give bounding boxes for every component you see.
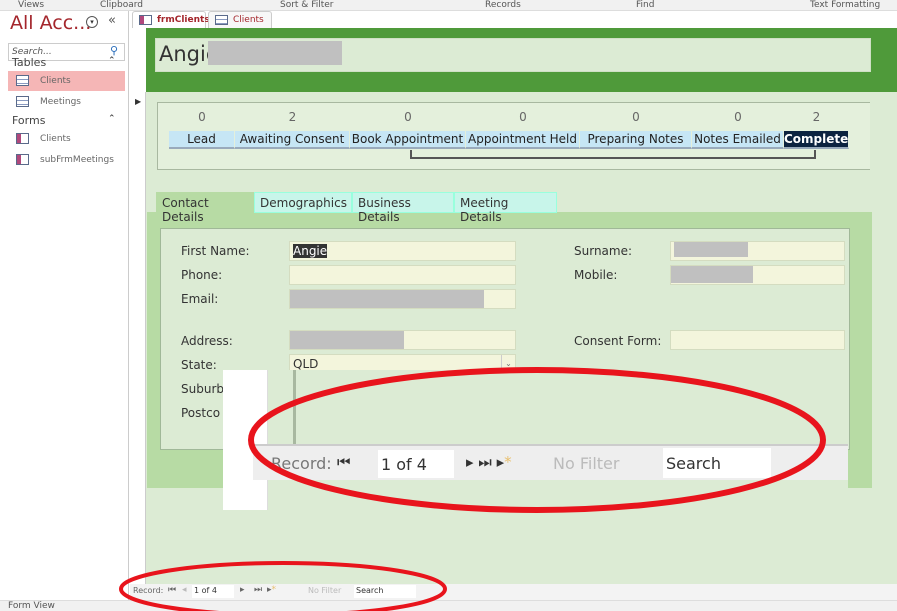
zoomed-record-navigation-inset: Record: ⏮ 1 of 4 ▸ ⏭ ▸* No Filter Search: [223, 370, 848, 510]
ribbon-group-views: Views: [18, 0, 45, 10]
ribbon-group-clipboard: Clipboard: [100, 0, 143, 10]
redacted-surname: [208, 41, 342, 65]
nav-section-forms[interactable]: Forms: [12, 114, 45, 127]
table-icon: [215, 15, 228, 25]
redacted-address: [290, 331, 404, 349]
nav-item-subfrmmeetings[interactable]: subFrmMeetings: [8, 150, 125, 170]
phone-label: Phone:: [181, 268, 223, 282]
consent-form-field[interactable]: [670, 330, 845, 350]
surname-label: Surname:: [574, 244, 633, 258]
zoomed-search: Search: [663, 448, 771, 478]
ribbon-group-sort-filter: Sort & Filter: [280, 0, 334, 10]
collapse-section-icon[interactable]: ⌃: [108, 56, 116, 66]
stage-button-notes-emailed[interactable]: Notes Emailed: [692, 131, 784, 149]
nav-item-label: Clients: [40, 134, 71, 144]
zoomed-first-record-icon: ⏮: [337, 453, 351, 471]
form-icon: [139, 15, 152, 25]
collapse-pane-icon[interactable]: «: [108, 13, 116, 28]
nav-item-meetings-table[interactable]: Meetings: [8, 92, 125, 112]
zoomed-record-bar: Record: ⏮ 1 of 4 ▸ ⏭ ▸* No Filter Search: [253, 444, 848, 480]
stage-count: 2: [288, 110, 297, 124]
ribbon-group-labels: Views Clipboard Sort & Filter Records Fi…: [0, 0, 897, 11]
nav-item-label: subFrmMeetings: [40, 155, 114, 165]
previous-record-button[interactable]: ◂: [182, 585, 187, 595]
table-icon: [16, 75, 29, 86]
ribbon-group-find: Find: [636, 0, 655, 10]
stage-button-preparing-notes[interactable]: Preparing Notes: [580, 131, 692, 149]
record-label: Record:: [133, 586, 164, 595]
collapse-section-icon[interactable]: ⌃: [108, 114, 116, 124]
first-name-value: Angie: [293, 244, 328, 258]
phone-field[interactable]: [289, 265, 516, 285]
tab-label: Clients: [233, 15, 264, 25]
state-label: State:: [181, 358, 217, 372]
tab-demographics[interactable]: Demographics: [254, 192, 352, 213]
stage-count: 0: [198, 110, 206, 124]
ribbon-group-text-formatting: Text Formatting: [810, 0, 881, 10]
current-record-input[interactable]: 1 of 4: [192, 585, 234, 598]
ribbon-group-records: Records: [485, 0, 521, 10]
redacted-mobile: [671, 266, 753, 283]
next-record-button[interactable]: ▸: [240, 585, 245, 595]
nav-dropdown-icon[interactable]: ▾: [86, 16, 98, 28]
nav-item-label: Clients: [40, 76, 71, 86]
nav-item-clients-table[interactable]: Clients: [8, 71, 125, 91]
status-bar: Form View: [0, 600, 897, 611]
stage-bracket: [410, 150, 816, 159]
filter-toggle[interactable]: No Filter: [308, 586, 341, 595]
form-icon: [16, 154, 29, 165]
zoomed-next-record-icon: ▸ ⏭ ▸*: [466, 453, 512, 471]
email-label: Email:: [181, 292, 219, 306]
new-record-button[interactable]: ▸*: [267, 585, 276, 595]
tab-label: frmClients: [157, 15, 210, 25]
zoomed-no-filter: No Filter: [553, 454, 620, 473]
stage-count: 0: [404, 110, 412, 124]
zoomed-record-position: 1 of 4: [378, 450, 454, 478]
tab-frmclients[interactable]: frmClients: [132, 11, 210, 28]
redacted-email: [290, 290, 484, 308]
first-name-label: First Name:: [181, 244, 250, 258]
stage-count: 0: [519, 110, 527, 124]
current-record-arrow-icon: ▶: [135, 97, 142, 106]
postcode-label: Postco: [181, 406, 221, 420]
stage-count: 0: [734, 110, 742, 124]
consent-form-label: Consent Form:: [574, 334, 662, 348]
view-mode-text: Form View: [8, 601, 55, 611]
nav-item-clients-form[interactable]: Clients: [8, 129, 125, 149]
first-record-button[interactable]: ⏮: [168, 585, 176, 595]
suburb-label: Suburb: [181, 382, 224, 396]
nav-pane-title[interactable]: All Acc...: [10, 12, 91, 34]
nav-section-tables[interactable]: Tables: [12, 56, 46, 69]
stage-button-complete[interactable]: Complete: [784, 131, 849, 149]
last-record-button[interactable]: ⏭: [254, 585, 262, 595]
client-name-title: Angie: [155, 38, 871, 72]
address-field[interactable]: [289, 330, 516, 350]
zoomed-record-label: Record:: [271, 454, 332, 473]
address-label: Address:: [181, 334, 233, 348]
state-value: QLD: [293, 357, 319, 371]
stage-button-lead[interactable]: Lead: [169, 131, 235, 149]
navigation-pane: All Acc... ▾ « Search... ⚲ Tables ⌃ Clie…: [0, 11, 129, 600]
surname-field[interactable]: [670, 241, 845, 261]
form-icon: [16, 133, 29, 144]
tab-business-details[interactable]: Business Details: [352, 192, 454, 224]
nav-item-label: Meetings: [40, 97, 81, 107]
stage-button-book-appointment[interactable]: Book Appointment: [350, 131, 466, 149]
mobile-label: Mobile:: [574, 268, 618, 282]
record-navigation-bar: Record: ⏮ ◂ 1 of 4 ▸ ⏭ ▸* No Filter Sear…: [130, 584, 897, 600]
record-selector[interactable]: ▶: [130, 92, 146, 585]
stage-button-awaiting-consent[interactable]: Awaiting Consent: [235, 131, 350, 149]
stage-count: 0: [632, 110, 640, 124]
email-field[interactable]: [289, 289, 516, 309]
stage-button-appointment-held[interactable]: Appointment Held: [466, 131, 580, 149]
first-name-field[interactable]: Angie: [289, 241, 516, 261]
record-search-input[interactable]: Search: [354, 585, 416, 598]
stage-count: 2: [812, 110, 821, 124]
redacted-surname: [674, 242, 748, 257]
mobile-field[interactable]: [670, 265, 845, 285]
table-icon: [16, 96, 29, 107]
tab-clients-table[interactable]: Clients: [208, 11, 272, 28]
tab-contact-details[interactable]: Contact Details: [156, 192, 254, 224]
tab-meeting-details[interactable]: Meeting Details: [454, 192, 557, 224]
